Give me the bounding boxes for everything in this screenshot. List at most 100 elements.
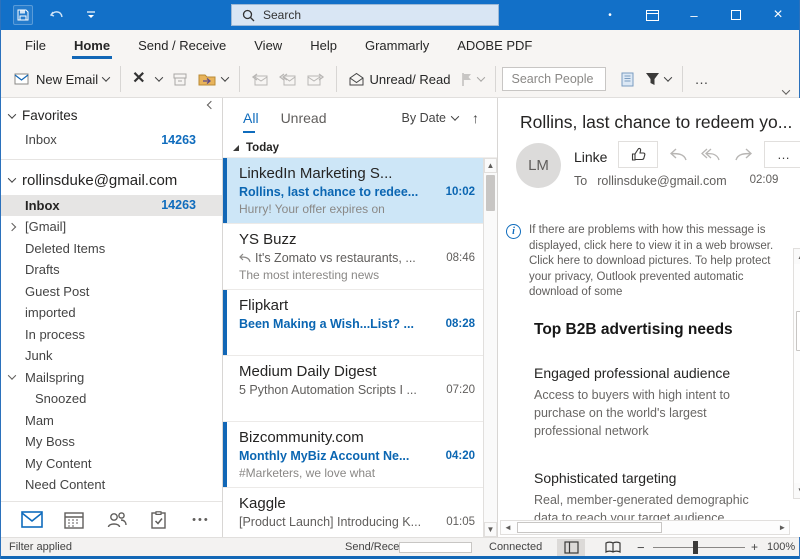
tab-help[interactable]: Help [298, 32, 349, 60]
filter-email-button[interactable] [640, 68, 676, 90]
reading-view-icon[interactable] [599, 539, 627, 556]
folder-snoozed[interactable]: Snoozed [1, 388, 222, 410]
more-actions-button[interactable]: … [764, 141, 800, 168]
people-module-icon[interactable] [95, 511, 137, 528]
address-book-button[interactable] [614, 68, 640, 91]
folder-inbox[interactable]: Inbox 14263 [1, 195, 222, 217]
zoom-in-button[interactable]: + [751, 540, 758, 554]
forward-icon [307, 72, 325, 87]
folder-my-content[interactable]: My Content [1, 453, 222, 475]
mail-module-icon[interactable] [11, 511, 53, 528]
normal-view-icon[interactable] [557, 539, 585, 556]
scroll-right-icon[interactable]: ► [775, 521, 789, 534]
email-row[interactable]: LinkedIn Marketing S... Rollins, last ch… [223, 158, 483, 224]
scroll-up-icon[interactable]: ▲ [794, 249, 800, 264]
folder-junk[interactable]: Junk [1, 345, 222, 367]
reading-pane-hscrollbar[interactable]: ◄ ► [500, 520, 790, 535]
scroll-thumb[interactable] [517, 522, 662, 533]
calendar-module-icon[interactable] [53, 511, 95, 529]
archive-button[interactable] [167, 68, 193, 91]
sort-by-date-dropdown[interactable]: By Date [402, 111, 458, 125]
follow-up-flag-button[interactable] [455, 68, 489, 91]
email-row[interactable]: Flipkart Been Making a Wish...List? ...0… [223, 290, 483, 356]
move-to-folder-button[interactable] [193, 68, 233, 91]
zoom-slider-thumb[interactable] [693, 541, 698, 554]
maximize-button[interactable] [715, 0, 757, 30]
folder-gmail[interactable]: [Gmail] [1, 216, 222, 238]
reply-all-button[interactable] [274, 68, 302, 91]
minimize-button[interactable]: – [673, 0, 715, 30]
unread-count-badge: 14263 [161, 198, 196, 212]
flag-icon [460, 72, 473, 87]
tab-unread[interactable]: Unread [281, 110, 327, 126]
reading-pane-scrollbar[interactable]: ▲ ▼ [793, 248, 800, 499]
to-label: To [574, 174, 587, 188]
titlebar-search-box[interactable]: Search [231, 4, 499, 26]
scroll-down-icon[interactable]: ▼ [794, 483, 800, 498]
forward-button[interactable] [732, 148, 754, 161]
folder-my-boss[interactable]: My Boss [1, 431, 222, 453]
save-icon[interactable] [13, 5, 33, 25]
ribbon-display-options-icon[interactable] [631, 0, 673, 30]
email-row[interactable]: Bizcommunity.com Monthly MyBiz Account N… [223, 422, 483, 488]
undo-icon[interactable] [47, 5, 67, 25]
like-button[interactable] [618, 141, 658, 168]
toolbar-overflow-button[interactable]: … [689, 67, 715, 91]
zoom-level[interactable]: 100% [767, 541, 795, 553]
archive-icon [172, 72, 188, 87]
folder-deleted-items[interactable]: Deleted Items [1, 238, 222, 260]
scroll-left-icon[interactable]: ◄ [501, 521, 515, 534]
search-people-input[interactable] [502, 67, 606, 91]
tab-grammarly[interactable]: Grammarly [353, 32, 441, 60]
sort-direction-icon[interactable]: ↑ [472, 110, 479, 126]
tab-adobe-pdf[interactable]: ADOBE PDF [445, 32, 544, 60]
sender-avatar[interactable]: LM [516, 143, 561, 188]
folder-mailspring[interactable]: Mailspring [1, 367, 222, 389]
folder-in-process[interactable]: In process [1, 324, 222, 346]
collapse-ribbon-icon[interactable] [782, 86, 790, 94]
tab-file[interactable]: File [13, 32, 58, 60]
download-pictures-notice[interactable]: i If there are problems with how this me… [498, 219, 800, 301]
favorites-inbox[interactable]: Inbox 14263 [1, 129, 222, 151]
reply-button[interactable] [668, 148, 690, 161]
reply-all-button[interactable] [700, 148, 722, 161]
reading-pane: Rollins, last chance to redeem yo... LM … [498, 98, 800, 537]
email-row[interactable]: Medium Daily Digest 5 Python Automation … [223, 356, 483, 422]
forward-icon [734, 148, 752, 161]
forward-button[interactable] [302, 68, 330, 91]
close-button[interactable]: × [757, 0, 799, 30]
email-row[interactable]: YS Buzz It's Zomato vs restaurants, ...0… [223, 224, 483, 290]
folder-mam[interactable]: Mam [1, 410, 222, 432]
group-header-today[interactable]: Today [223, 138, 497, 158]
tab-all[interactable]: All [243, 110, 259, 126]
tab-view[interactable]: View [242, 32, 294, 60]
tasks-module-icon[interactable] [138, 511, 180, 529]
new-email-button[interactable]: New Email [9, 68, 114, 91]
folder-need-content[interactable]: Need Content [1, 474, 222, 496]
folder-guest-post[interactable]: Guest Post [1, 281, 222, 303]
sender-name[interactable]: Linke [574, 149, 607, 165]
status-bar: Filter applied Send/Receive Connected − … [1, 537, 799, 556]
scroll-thumb[interactable] [796, 311, 800, 351]
zoom-out-button[interactable]: − [637, 540, 645, 555]
tab-send-receive[interactable]: Send / Receive [126, 32, 238, 60]
favorites-group[interactable]: Favorites [1, 98, 222, 129]
email-row[interactable]: Kaggle [Product Launch] Introducing K...… [223, 488, 483, 537]
message-list-scrollbar[interactable]: ▲ ▼ [483, 158, 497, 537]
chevron-right-icon [8, 223, 16, 231]
zoom-slider[interactable] [653, 547, 745, 548]
scroll-thumb[interactable] [486, 175, 495, 211]
modules-overflow-icon[interactable]: ••• [180, 514, 222, 526]
scroll-down-icon[interactable]: ▼ [484, 522, 497, 537]
delete-button[interactable]: ✕ [127, 67, 150, 91]
unread-read-button[interactable]: Unread/ Read [343, 68, 456, 91]
folder-drafts[interactable]: Drafts [1, 259, 222, 281]
scroll-up-icon[interactable]: ▲ [484, 158, 497, 173]
tab-home[interactable]: Home [62, 32, 122, 60]
to-address[interactable]: rollinsduke@gmail.com [597, 174, 726, 188]
customize-quick-access-icon[interactable] [81, 5, 101, 25]
delete-dropdown[interactable] [151, 72, 167, 86]
reply-button[interactable] [246, 68, 274, 91]
account-header[interactable]: rollinsduke@gmail.com [1, 160, 222, 195]
folder-imported[interactable]: imported [1, 302, 222, 324]
